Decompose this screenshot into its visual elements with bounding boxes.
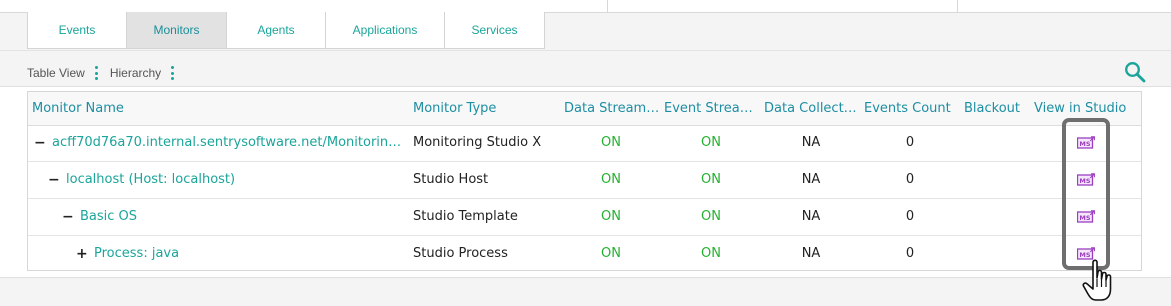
monitors-table: Monitor Name Monitor Type Data Streaming…	[27, 91, 1142, 271]
data-collection-status: NA	[801, 172, 821, 187]
hand-cursor-icon	[1082, 259, 1112, 301]
view-options: Table View Hierarchy	[27, 63, 186, 83]
monitor-name-link[interactable]: Process: java	[94, 236, 406, 272]
column-header-data-collection[interactable]: Data Collection	[764, 92, 860, 125]
collapse-toggle[interactable]: −	[62, 199, 74, 235]
monitor-type: Monitoring Studio X	[413, 135, 542, 150]
monitor-type: Studio Host	[413, 172, 489, 187]
top-strip-divider	[607, 0, 608, 12]
event-streaming-status: ON	[701, 135, 721, 150]
tab-agents[interactable]: Agents	[226, 12, 326, 49]
expand-toggle[interactable]: +	[76, 236, 88, 272]
monitor-name-link[interactable]: localhost (Host: localhost)	[66, 162, 406, 198]
table-row[interactable]: − localhost (Host: localhost) Studio Hos…	[28, 162, 1141, 199]
event-streaming-status: ON	[701, 172, 721, 187]
blackout-value	[964, 199, 1030, 235]
data-collection-status: NA	[801, 209, 821, 224]
tab-services[interactable]: Services	[444, 12, 545, 49]
table-view-label[interactable]: Table View	[27, 66, 85, 80]
top-strip-divider	[957, 0, 958, 12]
column-header-events-count[interactable]: Events Count	[864, 92, 960, 125]
events-count: 0	[905, 246, 915, 261]
events-count: 0	[905, 209, 915, 224]
blackout-value	[964, 162, 1030, 198]
data-collection-status: NA	[801, 135, 821, 150]
monitor-type: Studio Process	[413, 246, 508, 261]
collapse-toggle[interactable]: −	[48, 162, 60, 198]
view-in-studio-highlight	[1062, 118, 1110, 270]
column-header-monitor-name[interactable]: Monitor Name	[32, 92, 392, 125]
monitor-name-link[interactable]: Basic OS	[80, 199, 406, 235]
tab-events[interactable]: Events	[27, 12, 127, 49]
data-streaming-status: ON	[601, 172, 621, 187]
monitor-type: Studio Template	[413, 209, 518, 224]
data-streaming-status: ON	[601, 246, 621, 261]
data-streaming-status: ON	[601, 135, 621, 150]
data-streaming-status: ON	[601, 209, 621, 224]
blackout-value	[964, 236, 1030, 272]
table-row[interactable]: − Basic OS Studio Template ON ON NA 0 MS	[28, 199, 1141, 236]
table-row[interactable]: − acff70d76a70.internal.sentrysoftware.n…	[28, 125, 1141, 162]
search-icon[interactable]	[1124, 61, 1146, 83]
monitor-name-link[interactable]: acff70d76a70.internal.sentrysoftware.net…	[52, 125, 408, 161]
data-collection-status: NA	[801, 246, 821, 261]
tab-applications[interactable]: Applications	[325, 12, 445, 49]
column-header-blackout[interactable]: Blackout	[964, 92, 1030, 125]
column-header-monitor-type[interactable]: Monitor Type	[413, 92, 543, 125]
tab-bar: Events Monitors Agents Applications Serv…	[27, 12, 545, 50]
collapse-toggle[interactable]: −	[34, 125, 46, 161]
events-count: 0	[905, 172, 915, 187]
blackout-value	[964, 125, 1030, 161]
table-header: Monitor Name Monitor Type Data Streaming…	[28, 92, 1141, 126]
column-header-data-streaming[interactable]: Data Streaming	[564, 92, 660, 125]
kebab-icon[interactable]	[94, 66, 98, 80]
hierarchy-label[interactable]: Hierarchy	[110, 66, 161, 80]
kebab-icon[interactable]	[171, 66, 175, 80]
event-streaming-status: ON	[701, 209, 721, 224]
table-row[interactable]: + Process: java Studio Process ON ON NA …	[28, 236, 1141, 273]
tab-monitors[interactable]: Monitors	[126, 12, 227, 49]
event-streaming-status: ON	[701, 246, 721, 261]
column-header-event-streaming[interactable]: Event Streaming	[664, 92, 760, 125]
events-count: 0	[905, 135, 915, 150]
tab-bar-divider	[0, 50, 1171, 51]
